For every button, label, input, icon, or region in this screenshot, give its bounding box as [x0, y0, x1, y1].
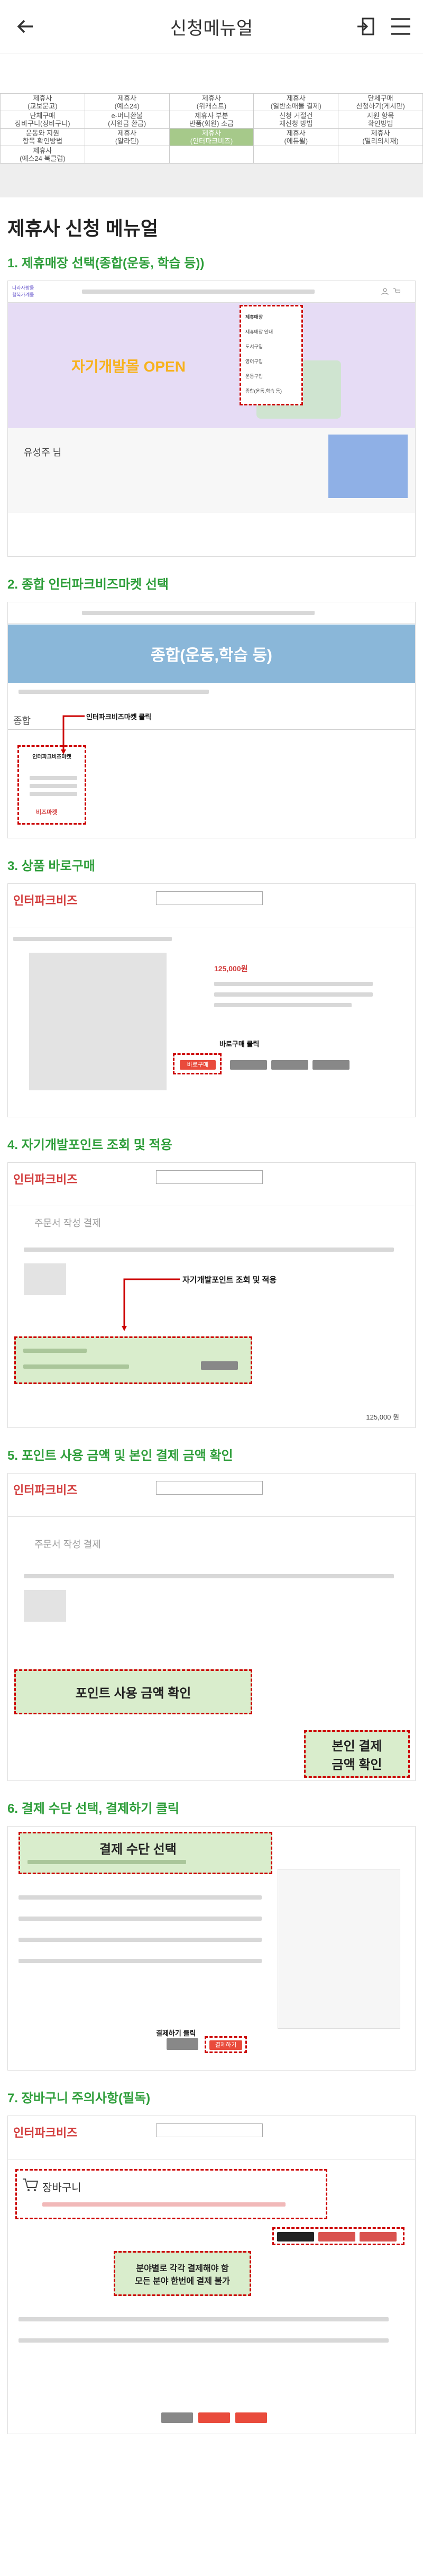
banner-text: 자기개발몰 OPEN: [71, 358, 186, 375]
category-tabs-highlight[interactable]: [272, 2227, 404, 2245]
dropdown-item[interactable]: 영어구입: [245, 354, 297, 369]
menu-grid-row: 제휴사 (교보문고) 제휴사 (예스24) 제휴사 (위캐스트) 제휴사 (일반소매몰…: [0, 93, 423, 111]
point-apply-highlight[interactable]: [14, 1336, 252, 1384]
order-total: 125,000 원: [366, 1413, 399, 1421]
dropdown-item[interactable]: 도서구입: [245, 339, 297, 354]
category-banner: 종합(운동,학습 등): [8, 625, 415, 683]
dropdown-highlight: 제휴매장 제휴매장 안내 도서구입 영어구입 운동구입 종합(운동,학습 등): [240, 305, 303, 405]
product-price: 125,000원: [214, 964, 248, 973]
menu-grid-row: 단체구매 장바구니(장바구니) e-머니환불 (지원금 환급) 제휴사 부분 반품(…: [0, 111, 423, 129]
shop-logo: 인터파크비즈: [13, 2126, 78, 2139]
menu-grid-cell[interactable]: 운동와 지원 항목 확인방법: [0, 128, 85, 146]
menu-grid-cell[interactable]: 제휴사 부분 반품(회원) 소급: [169, 111, 254, 129]
step-2-title: 2. 종합 인터파크비즈마켓 선택: [7, 577, 169, 592]
step-2-callout: 인터파크비즈마켓 클릭: [86, 713, 152, 721]
menu-grid-row: 운동와 지원 항목 확인방법 제휴사 (알라딘) 제휴사 (인터파크비즈) 제휴사 (…: [0, 128, 423, 146]
cart-icon: [23, 2179, 38, 2191]
menu-grid-cell[interactable]: 제휴사 (위캐스트): [169, 93, 254, 111]
step-7-callout: 분야별로 각각 결제해야 함 모든 분야 한번에 결제 불가: [135, 2264, 230, 2286]
step-5-callout-2: 본인 결제 금액 확인: [332, 1739, 382, 1772]
menu-grid-cell[interactable]: e-머니환불 (지원금 환급): [84, 111, 170, 129]
step-3-screenshot: 인터파크비즈 125,000원 바로구매 바로구매 클릭: [7, 883, 416, 1117]
hamburger-menu-icon[interactable]: [390, 17, 411, 36]
logout-icon[interactable]: [355, 16, 376, 37]
menu-grid-empty-cell: [169, 146, 254, 164]
my-payment-highlight: 본인 결제 금액 확인: [304, 1730, 410, 1778]
step-6-callout-1: 결제 수단 선택: [99, 1842, 177, 1857]
menu-grid-empty-cell: [253, 146, 339, 164]
menu-grid-cell[interactable]: 제휴사 (예스24 북클럽): [0, 146, 85, 164]
menu-grid-cell[interactable]: 제휴사 (알라딘): [84, 128, 170, 146]
pay-button[interactable]: 결제하기: [209, 2040, 242, 2050]
step-3-title: 3. 상품 바로구매: [7, 859, 95, 873]
bizmarket-logo: 비즈마켓: [36, 809, 58, 816]
step-1-title: 1. 제휴매장 선택(종합(운동, 학습 등)): [7, 256, 205, 270]
cart-icon[interactable]: [393, 287, 400, 295]
step-3-callout: 바로구매 클릭: [219, 1040, 260, 1048]
page-header-title: 신청메뉴얼: [170, 18, 253, 39]
pay-button-highlight: 결제하기: [205, 2036, 247, 2053]
manual-menu-grid: 제휴사 (교보문고) 제휴사 (예스24) 제휴사 (위캐스트) 제휴사 (일반소매몰…: [0, 93, 423, 164]
step-4-title: 4. 자기개발포인트 조회 및 적용: [7, 1138, 172, 1152]
step-2-screenshot: 종합(운동,학습 등) 종합 인터파크비즈마켓 비즈마켓 인터파크비즈마켓 클릭: [7, 602, 416, 838]
order-page-label: 주문서 작성 결제: [34, 1539, 101, 1550]
shop-logo: 인터파크비즈: [13, 894, 78, 907]
menu-grid-empty-cell: [84, 146, 170, 164]
menu-grid-cell[interactable]: 제휴사 (일반소매몰 결제): [253, 93, 339, 111]
manual-title: 제휴사 신청 메뉴얼: [7, 218, 158, 239]
order-page-label: 주문서 작성 결제: [34, 1218, 101, 1228]
step-6-screenshot: 결제 수단 선택 결제하기 클릭 결제하기: [7, 1826, 416, 2071]
menu-grid-cell[interactable]: 지원 항목 확인방법: [338, 111, 423, 129]
menu-grid-cell[interactable]: 단체구매 신청하기(게시판): [338, 93, 423, 111]
user-icon[interactable]: [381, 287, 389, 295]
menu-grid-cell[interactable]: 제휴사 (밀리의서재): [338, 128, 423, 146]
menu-grid-cell[interactable]: 제휴사 (예스24): [84, 93, 170, 111]
step-4-callout: 자기개발포인트 조회 및 적용: [182, 1276, 277, 1285]
menu-grid-cell[interactable]: 신청 거절건 재신청 방법: [253, 111, 339, 129]
step-5-callout-1: 포인트 사용 금액 확인: [75, 1686, 191, 1701]
cart-warning-highlight: 분야별로 각각 결제해야 함 모든 분야 한번에 결제 불가: [114, 2251, 251, 2296]
point-amount-highlight: 포인트 사용 금액 확인: [14, 1669, 252, 1714]
step-4-screenshot: 인터파크비즈 주문서 작성 결제 자기개발포인트 조회 및 적용 125,000…: [7, 1162, 416, 1428]
step-7-title: 7. 장바구니 주의사항(필독): [7, 2091, 151, 2105]
shop-logo: 인터파크비즈: [13, 1173, 78, 1186]
menu-grid-row: 제휴사 (예스24 북클럽): [0, 146, 423, 164]
buy-now-highlight: 바로구매: [173, 1053, 222, 1074]
menu-grid-cell[interactable]: 제휴사 (에듀윌): [253, 128, 339, 146]
step-6-title: 6. 결제 수단 선택, 결제하기 클릭: [7, 1802, 179, 1816]
menu-grid-cell[interactable]: 제휴사 (교보문고): [0, 93, 85, 111]
step-6-callout-2: 결제하기 클릭: [156, 2029, 196, 2037]
menu-grid-cell[interactable]: 제휴사 (인터파크비즈): [169, 128, 254, 146]
step-1-screenshot: 나라사랑몰 행복가계몰 자기개발몰 OPEN 유성주 님 제휴매장 제휴매장 안내…: [7, 281, 416, 557]
buy-now-button[interactable]: 바로구매: [180, 1060, 216, 1070]
dropdown-item[interactable]: 제휴매장: [245, 310, 297, 324]
category-label: 종합: [13, 716, 31, 726]
top-bar: 신청메뉴얼: [0, 0, 423, 53]
callout-arrow-icon: [122, 1278, 180, 1331]
cart-title: 장바구니: [42, 2182, 81, 2194]
dropdown-item[interactable]: 제휴매장 안내: [245, 324, 297, 339]
mall-brand: 나라사랑몰 행복가계몰: [12, 285, 34, 297]
step-7-screenshot: 인터파크비즈 장바구니 분야별로 각각 결제해야 함 모든 분야 한번에 결제 …: [7, 2116, 416, 2434]
step-5-screenshot: 인터파크비즈 주문서 작성 결제 포인트 사용 금액 확인 본인 결제 금액 확…: [7, 1473, 416, 1781]
shop-logo: 인터파크비즈: [13, 1484, 78, 1497]
back-arrow-icon[interactable]: [15, 16, 36, 37]
user-greeting: 유성주 님: [24, 447, 62, 458]
payment-method-highlight[interactable]: 결제 수단 선택: [19, 1832, 272, 1874]
cart-notice-highlight: 장바구니: [15, 2169, 327, 2219]
interpark-card[interactable]: 인터파크비즈마켓 비즈마켓: [17, 745, 86, 825]
menu-grid-cell[interactable]: 단체구매 장바구니(장바구니): [0, 111, 85, 129]
dropdown-item[interactable]: 종합(운동,학습 등): [245, 384, 297, 399]
dropdown-item[interactable]: 운동구입: [245, 369, 297, 384]
step-5-title: 5. 포인트 사용 금액 및 본인 결제 금액 확인: [7, 1449, 233, 1463]
menu-grid-empty-cell: [338, 146, 423, 164]
